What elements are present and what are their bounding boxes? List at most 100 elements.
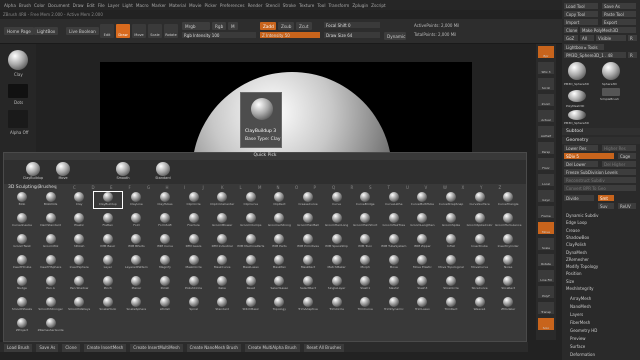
brush-cell[interactable]: GroomTurbulence [494,213,522,229]
brush-cell[interactable]: GroomClumps [237,213,265,229]
tray-subpalette[interactable]: DynaMesh [566,250,587,256]
tray-subpalette[interactable]: MeshIntegrity [566,286,594,292]
brush-cell[interactable]: GroomWiz [37,234,65,250]
focal-shift-slider[interactable]: Focal Shift 0 [324,22,380,28]
r2-button[interactable]: R [628,52,637,58]
brush-cell[interactable]: Planar [122,276,150,292]
tray-subpalette[interactable]: NanoMesh [570,304,591,310]
shelf-button[interactable]: Floor [538,158,554,170]
shelf-button[interactable]: Line Fill [538,270,554,282]
tool-thumb-2[interactable] [602,62,620,80]
save-as-button[interactable]: Save As [602,3,636,9]
tray-subpalette[interactable]: Edge Loop [566,220,587,226]
brush-cell[interactable]: Inflat [437,234,465,250]
letter-index-item[interactable]: X [462,185,465,190]
brush-cell[interactable]: IMM Industrial [208,234,236,250]
brush-cell[interactable]: ZModeler [494,297,522,313]
bottom-bar-button[interactable]: Create MultiAlpha Brush [244,344,300,352]
clone-button[interactable]: Clone [564,27,578,33]
paste-tool-button[interactable]: Paste Tool [602,11,636,17]
brush-cell[interactable]: MaskCurve [208,255,236,271]
letter-index-item[interactable]: Y [480,185,482,190]
menu-item[interactable]: Color [34,3,45,10]
brush-cell[interactable]: TrimCurve [351,297,379,313]
bottom-bar-button[interactable]: Clone [62,344,80,352]
letter-index-item[interactable]: C [73,185,76,190]
menu-item[interactable]: Zplugin [352,3,368,10]
brush-cell[interactable]: PolishCircle [180,276,208,292]
smt-toggle[interactable]: Smt [598,195,614,201]
brush-cell[interactable]: Elastic [65,213,93,229]
rotate-button[interactable]: Rotate [164,24,178,38]
recent-brush[interactable]: ClayBuildup [18,162,48,180]
brush-cell[interactable]: SmoothStronger [37,297,65,313]
brush-cell[interactable]: InsertHSphere [37,255,65,271]
brush-cell[interactable]: GroomerStrong [265,213,293,229]
brush-cell[interactable]: Weave1 [466,297,494,313]
menu-item[interactable]: Transform [328,3,349,10]
copy-tool-button[interactable]: Copy Tool [564,11,598,17]
tray-subpalette[interactable]: Modify Topology [566,264,598,270]
tool-thumb-5[interactable] [568,110,586,120]
brush-cell[interactable]: CurveTriangle [494,192,522,208]
menu-item[interactable]: Alpha [4,3,16,10]
geometry-header[interactable]: Geometry [562,137,640,144]
divide-button[interactable]: Divide [564,195,594,201]
menu-item[interactable]: Texture [299,3,314,10]
menu-item[interactable]: Material [169,3,186,10]
brush-cell[interactable]: Topology [265,297,293,313]
shelf-button[interactable]: Actual [538,110,554,122]
brush-cell[interactable]: ClayTubes [151,192,179,208]
brush-cell[interactable]: SmoothValleys [65,297,93,313]
tray-subpalette[interactable]: Dynamic Subdiv [566,213,599,219]
shelf-button[interactable]: AAHalf [538,126,554,138]
brush-cell[interactable]: InsertCube [466,234,494,250]
menu-item[interactable]: Layer [108,3,120,10]
brush-cell[interactable]: MaskRect [294,255,322,271]
recent-brush[interactable]: Standard [148,162,178,180]
brush-cell[interactable]: Polish [151,276,179,292]
r-button[interactable]: R [628,35,637,41]
tray-subpalette[interactable]: Layers [570,312,583,318]
live-boolean-button[interactable]: Live Boolean [66,27,99,35]
brush-cell[interactable]: MaskPen [265,255,293,271]
shelf-button[interactable]: Scroll [538,78,554,90]
sdiv-slider[interactable]: SDiv 5 [564,153,614,159]
zadd-button[interactable]: Zadd [260,22,276,30]
brush-cell[interactable]: sPolish [151,297,179,313]
brush-cell[interactable]: TrimAdaptive [294,297,322,313]
brush-cell[interactable]: CurveSurface [466,192,494,208]
brush-cell[interactable]: IMM BParts [122,234,150,250]
reconstruct-subdiv-button[interactable]: Reconstruct Subdiv [564,177,636,183]
brush-cell[interactable]: InsertCylinder [494,234,522,250]
tray-subpalette[interactable]: Surface [570,344,585,350]
shelf-button[interactable]: Gxyz [538,190,554,202]
brush-cell[interactable]: Curvelineube [8,213,36,229]
bottom-bar-button[interactable]: Create InsertMesh [83,344,127,352]
brush-cell[interactable]: IMM Parts [265,234,293,250]
draw-size-slider[interactable]: Draw Size 64 [324,32,380,38]
brush-cell[interactable]: SelectLasso [265,276,293,292]
brush-cell[interactable]: IMM Toon [351,234,379,250]
brush-cell[interactable]: GroomBlower [208,213,236,229]
bottom-bar-button[interactable]: Create NanoMesh Brush [186,344,241,352]
brush-cell[interactable]: Noise [494,255,522,271]
brush-cell[interactable]: Reset [237,276,265,292]
brush-cell[interactable]: SmoothPeaks [8,297,36,313]
letter-index-item[interactable]: J [203,185,204,190]
brush-cell[interactable]: Nudge [8,276,36,292]
brush-cell[interactable]: IMM Zipper [408,234,436,250]
bottom-bar-button[interactable]: Reset All Brushes [303,344,345,352]
brush-cell[interactable]: IMM TubeSystem [380,234,408,250]
move-button[interactable]: Move [132,24,146,38]
brush-cell[interactable]: DamStandard [37,213,65,229]
brush-cell[interactable]: MaskCircle [180,255,208,271]
brush-cell[interactable]: Pinch [94,276,122,292]
menu-item[interactable]: Movie [189,3,201,10]
z-intensity-slider[interactable]: Z Intensity 50 [260,32,320,38]
brush-cell[interactable]: IMM Primitives [294,234,322,250]
m-button[interactable]: M [228,22,238,30]
brush-cell[interactable]: IMM Basic [94,234,122,250]
brush-cell[interactable]: CurveStrapSnap [437,192,465,208]
tray-subpalette[interactable]: Preview [570,336,586,342]
